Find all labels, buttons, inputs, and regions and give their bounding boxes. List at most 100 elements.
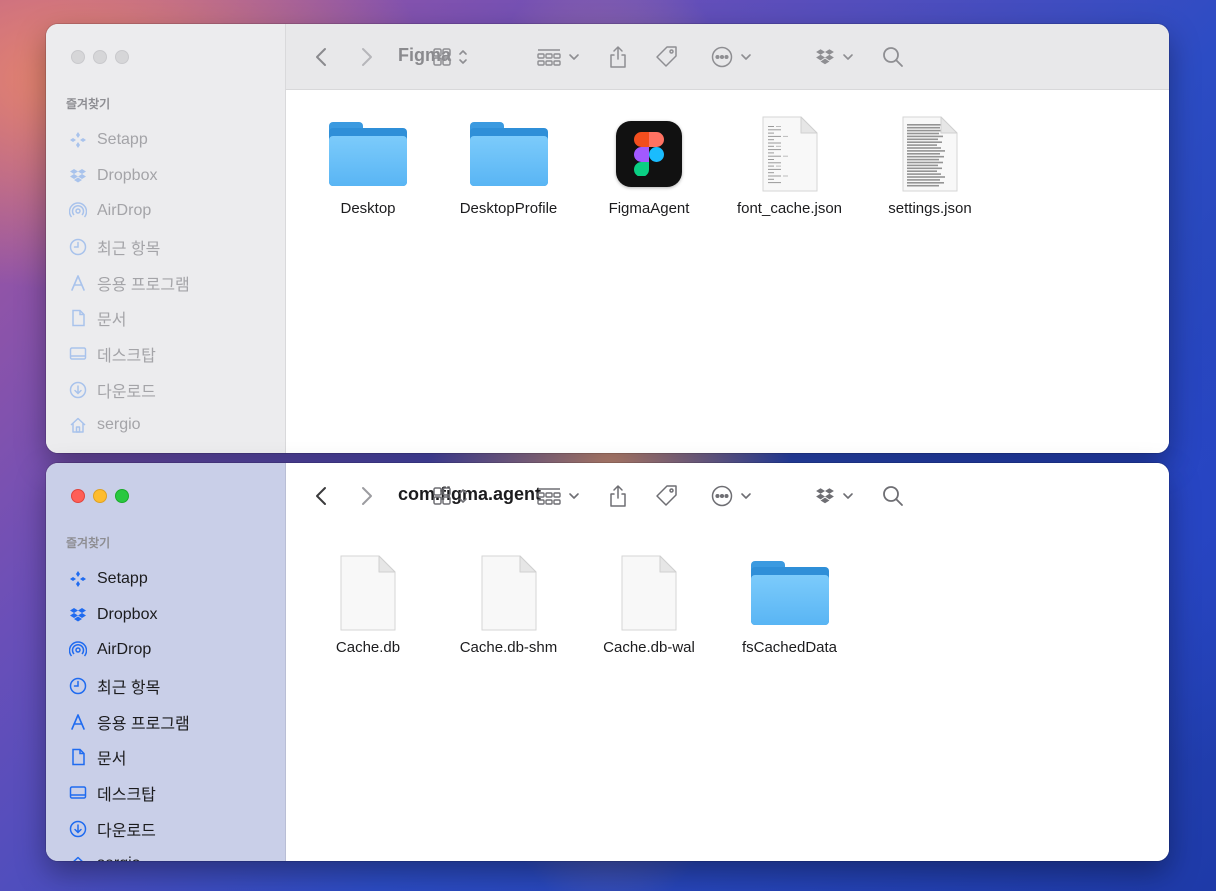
chevron-down-icon — [741, 54, 751, 60]
close-button[interactable] — [71, 50, 85, 64]
search-button[interactable] — [881, 43, 905, 71]
group-button[interactable] — [536, 43, 580, 71]
view-mode-button[interactable] — [432, 43, 468, 71]
sidebar-item-응용-프로그램[interactable]: 응용 프로그램 — [68, 704, 278, 740]
sidebar-item-airdrop[interactable]: AirDrop — [68, 193, 278, 229]
sidebar-item-다운로드[interactable]: 다운로드 — [68, 811, 278, 847]
sidebar-item-응용-프로그램[interactable]: 응용 프로그램 — [68, 265, 278, 301]
sidebar-item-label: 동영상 — [97, 449, 141, 453]
sidebar-item-label: Dropbox — [97, 605, 158, 623]
sidebar-item-label: AirDrop — [97, 641, 152, 659]
sidebar-item-label: 데스크탑 — [97, 786, 156, 804]
sidebar-item-최근-항목[interactable]: 최근 항목 — [68, 229, 278, 265]
forward-button[interactable] — [354, 44, 380, 70]
sidebar-item-문서[interactable]: 문서 — [68, 300, 278, 336]
finder-window-com-figma-agent[interactable]: 즐겨찾기 Setapp Dropbox AirDrop 최근 항목 응용 프로그… — [46, 463, 1169, 861]
sidebar-item-sergio[interactable]: sergio — [68, 847, 278, 861]
desktop-icon — [68, 344, 88, 364]
more-actions-button[interactable] — [710, 43, 752, 71]
sidebar: 즐겨찾기 Setapp Dropbox AirDrop 최근 항목 응용 프로그… — [46, 24, 286, 453]
close-button[interactable] — [71, 489, 85, 503]
sidebar-item-airdrop[interactable]: AirDrop — [68, 632, 278, 668]
tag-button[interactable] — [654, 43, 680, 71]
file-item[interactable]: Cache.db-shm — [438, 555, 580, 656]
zoom-button[interactable] — [115, 50, 129, 64]
sidebar-item-label: 최근 항목 — [97, 679, 161, 697]
finder-window-figma[interactable]: 즐겨찾기 Setapp Dropbox AirDrop 최근 항목 응용 프로그… — [46, 24, 1169, 453]
home-icon — [68, 415, 88, 435]
applications-icon — [68, 712, 88, 732]
file-thumbnail — [438, 116, 580, 192]
search-button[interactable] — [881, 482, 905, 510]
group-grid-icon — [537, 488, 561, 505]
file-name: Desktop — [340, 200, 396, 217]
file-item[interactable]: font_cache.json — [719, 116, 861, 217]
search-icon — [883, 47, 903, 67]
sidebar-item-sergio[interactable]: sergio — [68, 408, 278, 444]
clock-icon — [68, 676, 88, 696]
file-item[interactable]: Desktop — [297, 116, 439, 217]
dense-doc-icon — [901, 116, 959, 192]
search-icon — [883, 486, 903, 506]
group-button[interactable] — [536, 482, 580, 510]
sidebar-item-최근-항목[interactable]: 최근 항목 — [68, 668, 278, 704]
dropbox-menu-button[interactable] — [814, 482, 854, 510]
share-button[interactable] — [608, 43, 628, 71]
sidebar-item-label: Dropbox — [97, 166, 158, 184]
minimize-button[interactable] — [93, 50, 107, 64]
back-button[interactable] — [308, 44, 334, 70]
sidebar-section-favorites: 즐겨찾기 — [66, 536, 111, 550]
file-thumbnail — [859, 116, 1001, 192]
sidebar-item-setapp[interactable]: Setapp — [68, 122, 278, 158]
folder-icon — [329, 122, 407, 186]
text-doc-icon — [761, 116, 819, 192]
desktop-icon — [68, 783, 88, 803]
file-item[interactable]: FigmaAgent — [578, 116, 720, 217]
file-thumbnail — [297, 116, 439, 192]
sidebar-item-데스크탑[interactable]: 데스크탑 — [68, 336, 278, 372]
chevron-updown-icon — [459, 489, 467, 503]
sidebar: 즐겨찾기 Setapp Dropbox AirDrop 최근 항목 응용 프로그… — [46, 463, 286, 861]
download-icon — [68, 380, 88, 400]
forward-button[interactable] — [354, 483, 380, 509]
sidebar-item-label: Setapp — [97, 130, 148, 148]
sidebar-item-label: 다운로드 — [97, 822, 156, 840]
file-item[interactable]: Cache.db — [297, 555, 439, 656]
share-button[interactable] — [608, 482, 628, 510]
dropbox-menu-button[interactable] — [814, 43, 854, 71]
sidebar-item-dropbox[interactable]: Dropbox — [68, 597, 278, 633]
file-name: Cache.db-wal — [603, 639, 695, 656]
file-grid: Cache.db Cache.db-shm Cache.db-wal fsCac… — [286, 529, 1169, 861]
zoom-button[interactable] — [115, 489, 129, 503]
sidebar-item-label: Setapp — [97, 569, 148, 587]
sidebar-item-동영상[interactable]: 동영상 — [68, 443, 278, 453]
file-item[interactable]: Cache.db-wal — [578, 555, 720, 656]
document-icon — [68, 308, 88, 328]
file-item[interactable]: fsCachedData — [719, 555, 861, 656]
file-name: FigmaAgent — [608, 200, 690, 217]
group-grid-icon — [537, 49, 561, 66]
minimize-button[interactable] — [93, 489, 107, 503]
download-icon — [68, 819, 88, 839]
tag-button[interactable] — [654, 482, 680, 510]
file-item[interactable]: settings.json — [859, 116, 1001, 217]
sidebar-item-다운로드[interactable]: 다운로드 — [68, 372, 278, 408]
file-name: settings.json — [888, 200, 972, 217]
sidebar-item-dropbox[interactable]: Dropbox — [68, 158, 278, 194]
sidebar-item-데스크탑[interactable]: 데스크탑 — [68, 775, 278, 811]
folder-icon — [469, 122, 548, 186]
more-actions-button[interactable] — [710, 482, 752, 510]
chevron-down-icon — [569, 54, 579, 60]
sidebar-item-setapp[interactable]: Setapp — [68, 561, 278, 597]
file-name: font_cache.json — [736, 200, 843, 217]
file-item[interactable]: DesktopProfile — [438, 116, 580, 217]
icon-grid-icon — [433, 487, 451, 505]
view-mode-button[interactable] — [432, 482, 468, 510]
sidebar-item-문서[interactable]: 문서 — [68, 739, 278, 775]
chevron-left-icon — [316, 487, 326, 505]
toolbar: com.figma.agent — [286, 463, 1169, 529]
movie-icon — [68, 451, 88, 453]
back-button[interactable] — [308, 483, 334, 509]
sidebar-item-label: 문서 — [97, 751, 127, 769]
share-icon — [610, 46, 626, 68]
